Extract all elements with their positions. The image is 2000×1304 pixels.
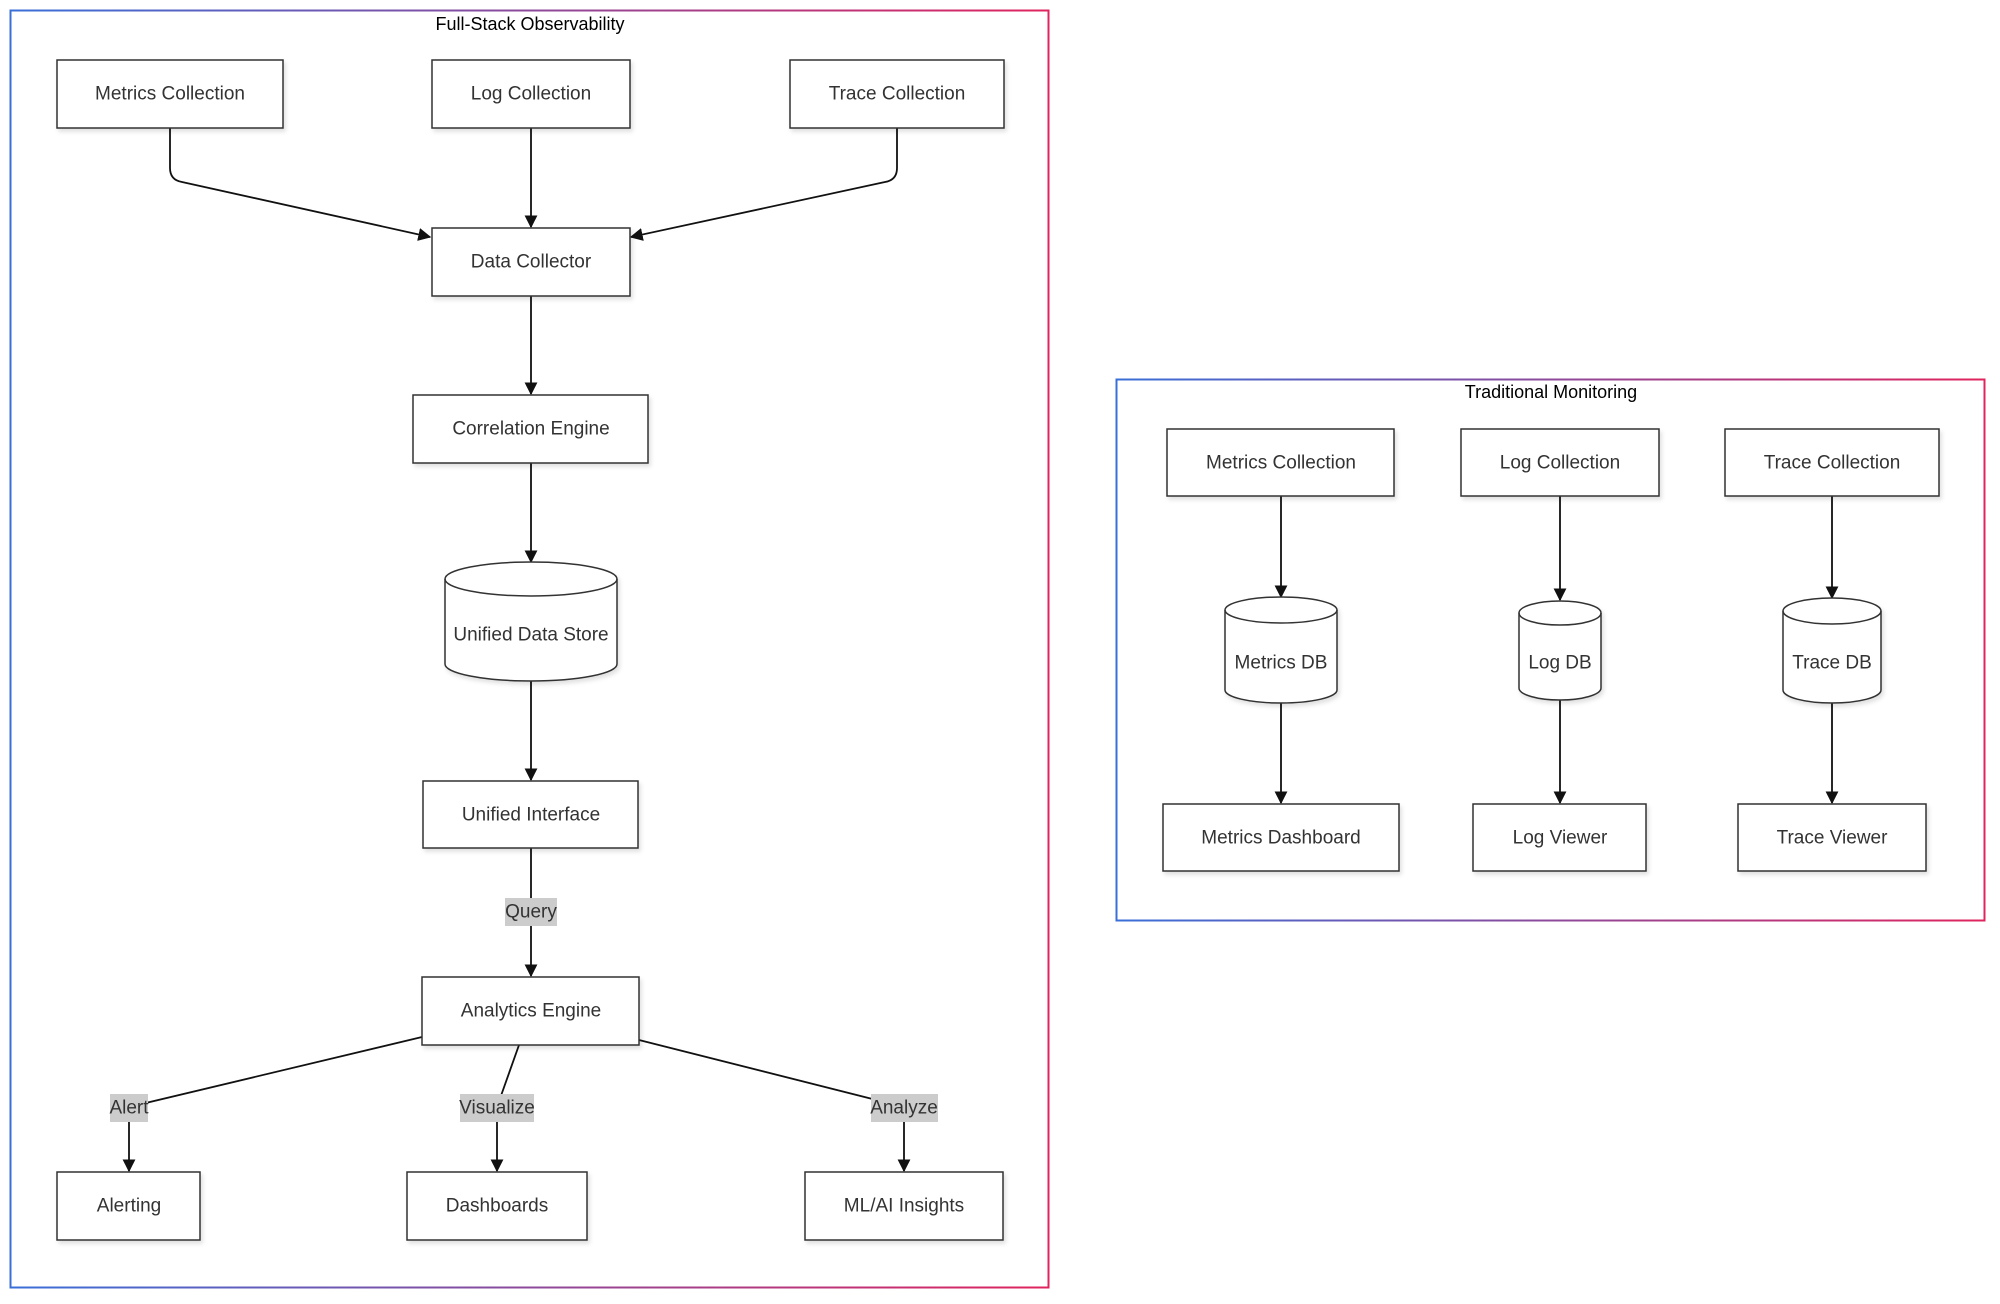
node-log-db[interactable]: Log DB <box>1518 600 1602 701</box>
cluster-title: Traditional Monitoring <box>1465 382 1637 402</box>
node-trad-metrics-collection[interactable]: Metrics Collection <box>1166 428 1395 497</box>
svg-text:Analytics Engine: Analytics Engine <box>461 1001 601 1022</box>
database-icon <box>1782 597 1882 704</box>
svg-text:Metrics Collection: Metrics Collection <box>95 84 245 105</box>
svg-text:Dashboards: Dashboards <box>446 1196 548 1217</box>
edge-label-visualize: Visualize <box>459 1094 535 1122</box>
edge-label-analyze: Analyze <box>870 1094 938 1122</box>
node-analytics-engine[interactable]: Analytics Engine <box>421 976 640 1046</box>
node-log-viewer[interactable]: Log Viewer <box>1472 803 1647 872</box>
svg-text:Correlation Engine: Correlation Engine <box>452 419 609 440</box>
svg-text:Trace Collection: Trace Collection <box>1764 453 1901 474</box>
edge-label-query: Query <box>505 898 557 926</box>
edge-label-alert: Alert <box>109 1094 149 1122</box>
node-alerting[interactable]: Alerting <box>56 1171 201 1241</box>
node-metrics-dashboard[interactable]: Metrics Dashboard <box>1162 803 1400 872</box>
svg-text:Analyze: Analyze <box>870 1098 938 1119</box>
edge-metrics-to-collector <box>169 128 432 241</box>
node-data-collector[interactable]: Data Collector <box>431 227 631 297</box>
node-metrics-collection[interactable]: Metrics Collection <box>56 59 284 129</box>
node-dashboards[interactable]: Dashboards <box>406 1171 588 1241</box>
database-icon <box>444 561 618 682</box>
node-trace-collection[interactable]: Trace Collection <box>789 59 1005 129</box>
svg-text:Trace Collection: Trace Collection <box>829 84 966 105</box>
svg-text:Data Collector: Data Collector <box>471 252 592 273</box>
node-trace-viewer[interactable]: Trace Viewer <box>1737 803 1927 872</box>
svg-text:Metrics Collection: Metrics Collection <box>1206 453 1356 474</box>
svg-text:Visualize: Visualize <box>459 1098 535 1119</box>
edge-analytics-to-alerting <box>122 1036 423 1173</box>
database-icon <box>1518 600 1602 701</box>
node-trad-log-collection[interactable]: Log Collection <box>1460 428 1660 497</box>
svg-text:Log DB: Log DB <box>1528 653 1591 674</box>
svg-text:Alerting: Alerting <box>97 1196 161 1217</box>
svg-text:Unified Data Store: Unified Data Store <box>453 625 608 646</box>
diagram-canvas: Full-Stack Observability Query Alert Vis… <box>9 9 1986 1289</box>
svg-text:Query: Query <box>505 902 557 923</box>
edge-trace-to-collector <box>629 128 898 241</box>
svg-text:Log Collection: Log Collection <box>1500 453 1620 474</box>
edge-analytics-to-mlai <box>638 1039 911 1173</box>
node-log-collection[interactable]: Log Collection <box>431 59 631 129</box>
svg-text:Trace DB: Trace DB <box>1792 653 1872 674</box>
svg-text:Log Viewer: Log Viewer <box>1513 828 1608 849</box>
svg-text:Alert: Alert <box>109 1098 149 1119</box>
svg-text:Trace Viewer: Trace Viewer <box>1777 828 1889 849</box>
node-metrics-db[interactable]: Metrics DB <box>1224 596 1338 704</box>
svg-text:Metrics Dashboard: Metrics Dashboard <box>1201 828 1360 849</box>
node-correlation-engine[interactable]: Correlation Engine <box>412 394 649 464</box>
node-unified-data-store[interactable]: Unified Data Store <box>444 561 618 682</box>
svg-text:Unified Interface: Unified Interface <box>462 805 600 826</box>
svg-text:ML/AI Insights: ML/AI Insights <box>844 1196 964 1217</box>
cluster-title: Full-Stack Observability <box>435 14 624 34</box>
node-trad-trace-collection[interactable]: Trace Collection <box>1724 428 1940 497</box>
database-icon <box>1224 596 1338 704</box>
node-unified-interface[interactable]: Unified Interface <box>422 780 639 849</box>
svg-text:Metrics DB: Metrics DB <box>1235 653 1328 674</box>
svg-text:Log Collection: Log Collection <box>471 84 591 105</box>
node-ml-ai-insights[interactable]: ML/AI Insights <box>804 1171 1004 1241</box>
node-trace-db[interactable]: Trace DB <box>1782 597 1882 704</box>
